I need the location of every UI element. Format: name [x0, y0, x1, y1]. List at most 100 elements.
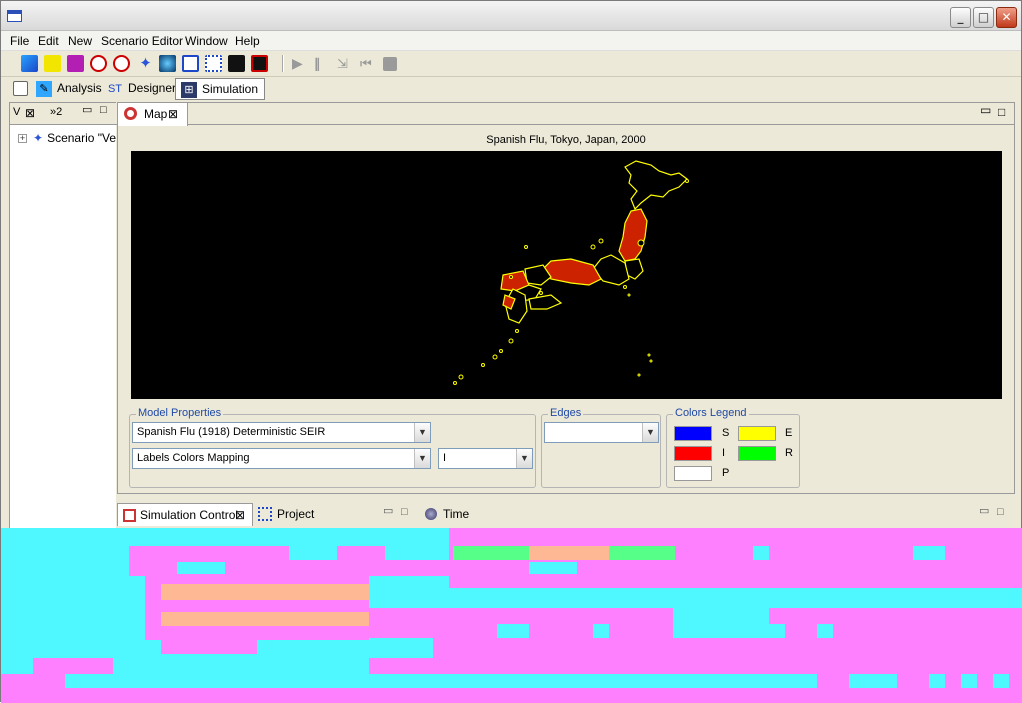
- map-title: Spanish Flu, Tokyo, Japan, 2000: [486, 134, 646, 146]
- legend-label-i: I: [722, 447, 726, 459]
- corrupted-render-area: [1, 528, 1022, 703]
- legend-swatch-i: [674, 446, 712, 461]
- scenario-icon: ✦: [33, 131, 44, 145]
- flask-icon[interactable]: [21, 55, 38, 72]
- simulation-icon: ⊞: [181, 82, 197, 98]
- navigator-tab-bar: V ⊠ »2 ▭ □: [10, 103, 117, 125]
- maximize-view-icon[interactable]: □: [998, 105, 1005, 119]
- menu-scenario-editor[interactable]: Scenario Editor: [101, 34, 183, 48]
- graph-icon[interactable]: [182, 55, 199, 72]
- title-bar: _ □ ✕: [1, 1, 1021, 31]
- chevron-down-icon[interactable]: ▼: [516, 449, 532, 468]
- step-icon[interactable]: ⇲: [337, 55, 354, 72]
- model-m-icon[interactable]: [67, 55, 84, 72]
- legend-label-e: E: [785, 427, 793, 439]
- tab-map[interactable]: Map ⊠: [118, 103, 188, 126]
- chevron-down-icon[interactable]: ▼: [414, 449, 430, 468]
- close-icon[interactable]: ⊠: [25, 106, 35, 120]
- legend-swatch-p: [674, 466, 712, 481]
- more-tabs-indicator[interactable]: »2: [50, 106, 62, 118]
- designer-icon: ST: [107, 83, 123, 95]
- perspective-analysis-label: Analysis: [57, 81, 102, 95]
- minimize-button[interactable]: _: [950, 7, 971, 28]
- edges-group: Edges ▼: [541, 407, 661, 488]
- close-icon[interactable]: ⊠: [168, 103, 178, 125]
- main-toolbar: ✦ ▶ ∥ ⇲ ⏮: [1, 51, 1021, 77]
- edges-label: Edges: [548, 407, 584, 419]
- map-tab-bar: Map ⊠ ▭ □: [118, 103, 1014, 126]
- stop-icon[interactable]: [383, 57, 397, 71]
- minimize-view-icon[interactable]: ▭: [980, 103, 991, 117]
- menu-help[interactable]: Help: [235, 34, 260, 48]
- japan-map: [453, 160, 689, 385]
- state-select[interactable]: I ▼: [438, 448, 533, 469]
- tab-simulation-control[interactable]: Simulation Control ⊠: [117, 503, 253, 526]
- edges-select[interactable]: ▼: [544, 422, 659, 443]
- perspective-bar: ✎ Analysis ST Designer ⊞ Simulation: [1, 77, 1021, 101]
- toolbar-separator: [282, 55, 284, 72]
- tree-item-scenario[interactable]: + ✦ Scenario "Ve: [18, 131, 118, 145]
- menu-edit[interactable]: Edit: [38, 34, 59, 48]
- menu-file[interactable]: File: [10, 34, 29, 48]
- legend-swatch-r: [738, 446, 776, 461]
- map-view-panel: Map ⊠ ▭ □ Spanish Flu, Tokyo, Japan, 200…: [117, 102, 1015, 494]
- perspective-simulation[interactable]: ⊞ Simulation: [175, 78, 266, 100]
- tab-project-explorer[interactable]: Project Explorer: [255, 503, 359, 543]
- mutator-icon[interactable]: [228, 55, 245, 72]
- perspective-analysis[interactable]: ✎ Analysis: [31, 78, 108, 100]
- map-canvas[interactable]: [131, 151, 1002, 399]
- maximize-view-icon[interactable]: □: [997, 506, 1004, 518]
- pause-icon[interactable]: ∥: [314, 55, 331, 72]
- sparkle-icon[interactable]: ✦: [137, 55, 154, 72]
- minimize-view-icon[interactable]: ▭: [383, 504, 393, 517]
- minimize-view-icon[interactable]: ▭: [979, 504, 989, 517]
- grid-icon[interactable]: [205, 55, 222, 72]
- tab-time[interactable]: Time: [421, 503, 501, 526]
- legend-swatch-e: [738, 426, 776, 441]
- model-properties-label: Model Properties: [136, 407, 224, 419]
- legend-label-s: S: [722, 427, 730, 439]
- perspective-designer[interactable]: ST Designer: [102, 78, 182, 100]
- model-select[interactable]: Spanish Flu (1918) Deterministic SEIR ▼: [132, 422, 431, 443]
- map-icon: [124, 107, 137, 120]
- minimize-view-icon[interactable]: ▭: [82, 103, 92, 116]
- state-select-value: I: [443, 452, 447, 464]
- colors-legend-label: Colors Legend: [673, 407, 749, 419]
- chevron-down-icon[interactable]: ▼: [642, 423, 658, 442]
- menu-bar: File Edit New Scenario Editor Window Hel…: [1, 31, 1021, 51]
- run-icon[interactable]: ▶: [292, 55, 309, 72]
- mapping-select[interactable]: Labels Colors Mapping ▼: [132, 448, 431, 469]
- app-window-icon: [7, 10, 22, 22]
- time-icon: [425, 508, 437, 520]
- wave-icon[interactable]: [44, 55, 61, 72]
- chevron-down-icon[interactable]: ▼: [414, 423, 430, 442]
- close-icon[interactable]: ⊠: [235, 504, 245, 526]
- legend-label-r: R: [785, 447, 793, 459]
- tab-simulation-control-label: Simulation Control: [140, 508, 239, 522]
- rule-icon[interactable]: [90, 55, 107, 72]
- clock-icon[interactable]: [113, 55, 130, 72]
- maximize-view-icon[interactable]: □: [401, 506, 408, 518]
- bottom-panel-tabs: Simulation Control ⊠ Project Explorer ▭ …: [117, 501, 1017, 543]
- infector-icon[interactable]: [251, 55, 268, 72]
- globe-icon[interactable]: [159, 55, 176, 72]
- model-select-value: Spanish Flu (1918) Deterministic SEIR: [137, 426, 326, 438]
- simulation-control-icon: [123, 509, 136, 522]
- reset-icon[interactable]: ⏮: [360, 55, 377, 72]
- scenario-navigator-panel: V ⊠ »2 ▭ □ + ✦ Scenario "Ve: [9, 102, 118, 530]
- menu-window[interactable]: Window: [185, 34, 228, 48]
- expand-icon[interactable]: +: [18, 134, 27, 144]
- maximize-view-icon[interactable]: □: [100, 104, 107, 116]
- perspective-designer-label: Designer: [128, 81, 177, 95]
- app-window: _ □ ✕ File Edit New Scenario Editor Wind…: [0, 0, 1022, 703]
- maximize-button[interactable]: □: [973, 7, 994, 28]
- menu-new[interactable]: New: [68, 34, 92, 48]
- close-button[interactable]: ✕: [996, 7, 1017, 28]
- legend-swatch-s: [674, 426, 712, 441]
- tab-map-label: Map: [144, 107, 168, 121]
- navigator-tab[interactable]: V: [13, 106, 20, 118]
- project-explorer-icon: [258, 507, 272, 521]
- legend-label-p: P: [722, 467, 730, 479]
- tree-item-label: Scenario "Ve: [47, 131, 117, 145]
- open-perspective-icon[interactable]: [13, 81, 28, 96]
